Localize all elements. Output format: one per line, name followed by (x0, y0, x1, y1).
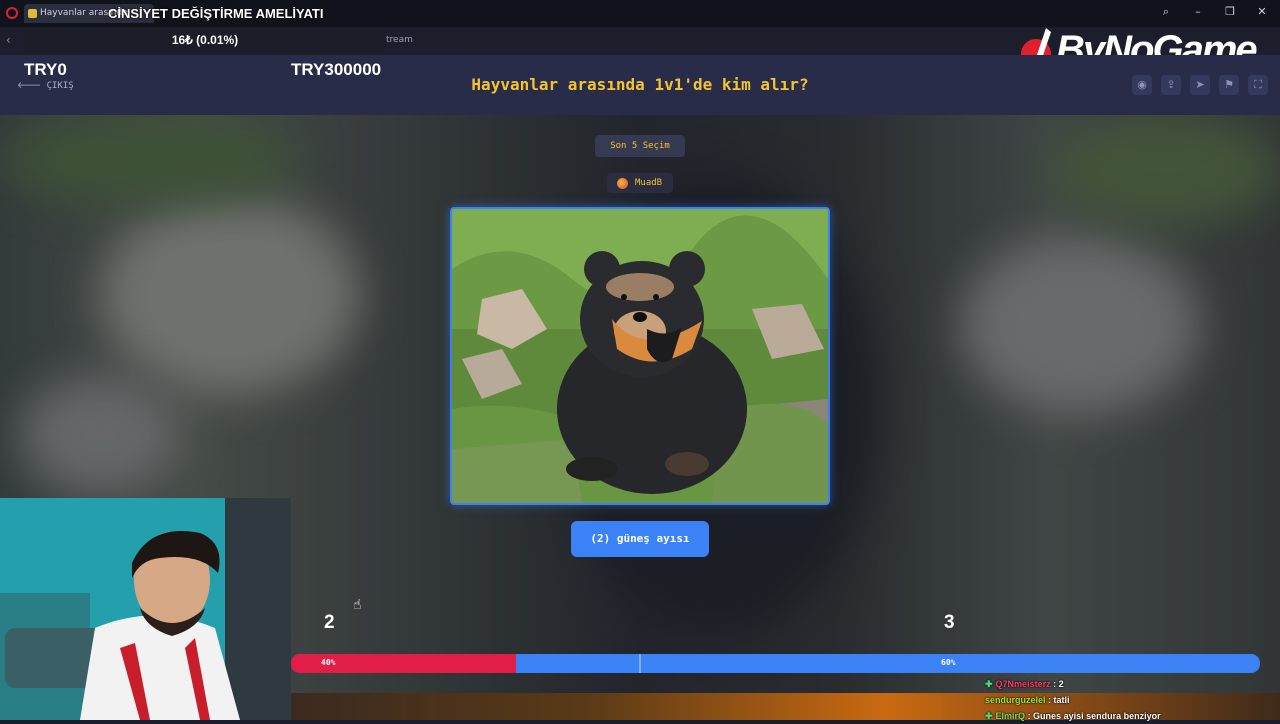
chat-message: sendurguzelel : tatli (985, 692, 1280, 708)
window-controls: ⌕ – ❐ ✕ (1158, 4, 1270, 20)
streamer-webcam-image (0, 498, 291, 720)
chat-badge-icon: ✚ (985, 679, 993, 689)
chat-message: ✚ ElmirQ : Gunes ayisi sendura benziyor (985, 708, 1280, 724)
donation-amount: 16₺ (0.01%) (171, 33, 239, 47)
pct-left-label: 40% (321, 658, 336, 667)
share-icon[interactable]: ⇪ (1161, 75, 1181, 95)
opera-logo-icon[interactable] (6, 7, 18, 19)
chat-text: : tatli (1045, 695, 1070, 705)
send-icon[interactable]: ➤ (1190, 75, 1210, 95)
minimize-icon[interactable]: – (1190, 4, 1206, 20)
chat-text: : 2 (1050, 679, 1064, 689)
question-title: Hayvanlar arasında 1v1'de kim alır? (471, 75, 809, 94)
chat-username: Q7Nmeisterz (995, 679, 1051, 689)
fullscreen-icon[interactable]: ⛶ (1248, 75, 1268, 95)
avatar (617, 178, 628, 189)
search-icon[interactable]: ⌕ (1158, 4, 1174, 20)
game-header: TRY0 TRY300000 🡐 ÇIKIŞ Hayvanlar arasınd… (0, 55, 1280, 115)
stream-title: CİNSİYET DEĞİŞTİRME AMELİYATI (108, 6, 324, 21)
back-arrow-icon[interactable]: ‹ (6, 33, 11, 47)
voter-name: MuadB (635, 178, 663, 188)
sun-bear-image (452, 209, 828, 503)
pct-right-label: 60% (941, 658, 956, 667)
chat-overlay: ✚ Q7Nmeisterz : 2 sendurguzelel : tatli ✚… (985, 676, 1280, 724)
eye-icon[interactable]: ◉ (1132, 75, 1152, 95)
flag-icon[interactable]: ⚑ (1219, 75, 1239, 95)
restore-icon[interactable]: ❐ (1222, 4, 1238, 20)
webcam-overlay (0, 498, 291, 720)
choice-button[interactable]: (2) güneş ayısı (571, 521, 709, 557)
chat-username: sendurguzelel (985, 695, 1046, 705)
choice-card[interactable] (450, 207, 830, 505)
voter-chip: MuadB (607, 173, 673, 193)
tab-favicon-icon (28, 9, 37, 18)
progress-divider (639, 654, 641, 673)
url-text[interactable]: tream (386, 35, 413, 45)
close-icon[interactable]: ✕ (1254, 4, 1270, 20)
header-actions: ◉ ⇪ ➤ ⚑ ⛶ (1132, 75, 1268, 95)
last-picks-chip[interactable]: Son 5 Seçim (595, 135, 685, 157)
vote-progress-bar: 40% 60% (291, 654, 1260, 673)
score-left: 2 (324, 612, 335, 633)
mouse-cursor-icon: ☝ (353, 597, 362, 613)
chat-message: ✚ Q7Nmeisterz : 2 (985, 676, 1280, 692)
score-right: 3 (944, 612, 955, 633)
donation-goal-box: 16₺ (0.01%) (24, 27, 386, 53)
